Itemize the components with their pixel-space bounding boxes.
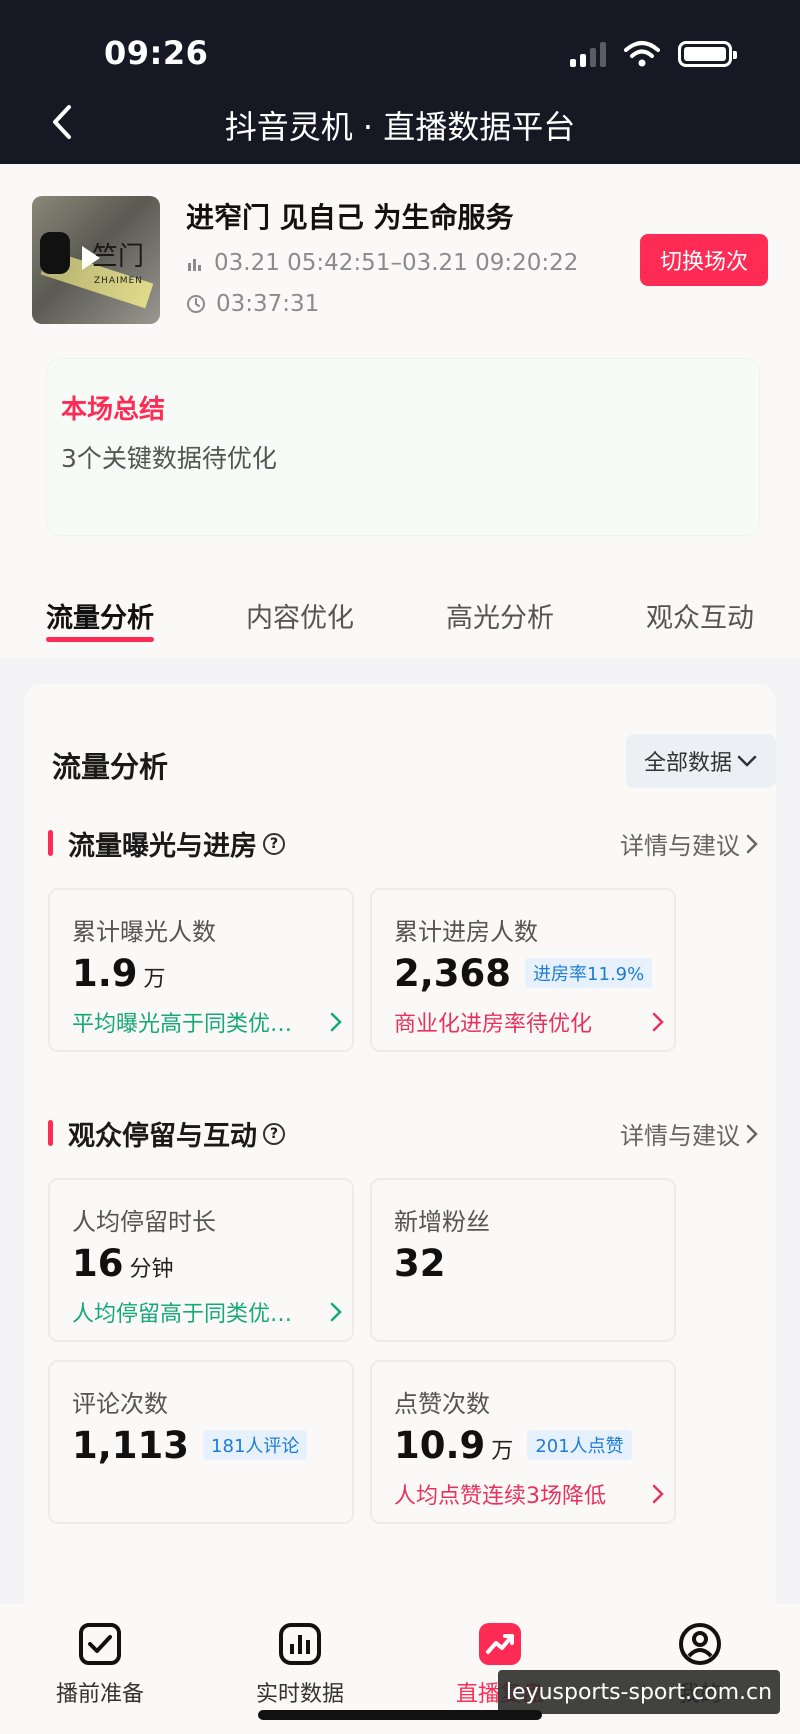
- cover-logo-text: 竺门: [92, 242, 145, 272]
- clock-icon: [187, 295, 205, 313]
- chevron-down-icon: [737, 755, 757, 767]
- traffic-analysis-card: 流量分析 全部数据 流量曝光与进房 ? 详情与建议 累计曝光人数 1.9 万 平…: [24, 684, 776, 1614]
- live-cover-thumbnail[interactable]: 竺门 ZHAIMEN: [32, 196, 160, 324]
- metric-label: 评论次数: [72, 1390, 168, 1418]
- metric-value: 16 分钟: [72, 1242, 174, 1285]
- metric-number: 1,113: [72, 1424, 190, 1467]
- metric-note[interactable]: 平均曝光高于同类优…: [72, 1006, 342, 1038]
- metric-badge: 181人评论: [203, 1430, 308, 1460]
- help-icon[interactable]: ?: [263, 1122, 285, 1145]
- nav-label: 实时数据: [255, 1682, 344, 1707]
- chevron-right-icon: [746, 1124, 758, 1143]
- analysis-tabs: 流量分析 内容优化 高光分析 观众互动: [0, 574, 800, 658]
- tab-audience-interaction[interactable]: 观众互动: [600, 574, 800, 658]
- details-link-label: 详情与建议: [620, 832, 740, 860]
- metric-note[interactable]: 商业化进房率待优化: [394, 1006, 664, 1038]
- checkbox-icon: [78, 1622, 122, 1666]
- filter-label: 全部数据: [643, 751, 732, 776]
- metric-number: 10.9: [394, 1424, 486, 1467]
- live-session-header: 竺门 ZHAIMEN 进窄门 见自己 为生命服务 03.21 05:42:51–…: [0, 164, 800, 574]
- time-range-row: 03.21 05:42:51–03.21 09:20:22: [186, 250, 578, 276]
- nav-item-me[interactable]: 我的: [600, 1604, 800, 1734]
- metric-value: 32: [394, 1242, 446, 1285]
- metric-note[interactable]: 人均停留高于同类优…: [72, 1296, 342, 1328]
- card-title: 流量分析: [52, 750, 169, 784]
- metric-note-text: 人均点赞连续3场降低: [394, 1484, 606, 1509]
- metric-value: 1.9 万: [72, 952, 166, 995]
- details-link-label: 详情与建议: [620, 1122, 740, 1150]
- details-link[interactable]: 详情与建议: [620, 1116, 758, 1151]
- bar-chart-small-icon: [188, 259, 201, 271]
- live-title: 进窄门 见自己 为生命服务: [186, 201, 514, 234]
- chevron-right-icon: [652, 1484, 664, 1504]
- battery-icon: [678, 41, 737, 67]
- metric-number: 16: [72, 1242, 124, 1285]
- summary-title: 本场总结: [61, 395, 166, 425]
- metric-card-new-followers[interactable]: 新增粉丝 32: [370, 1178, 676, 1342]
- top-bar: 09:26 抖音灵机 · 直播数据平台: [0, 0, 800, 164]
- details-link[interactable]: 详情与建议: [620, 826, 758, 861]
- metric-badge: 201人点赞: [527, 1430, 632, 1460]
- metric-note-text: 平均曝光高于同类优…: [72, 1012, 293, 1037]
- user-icon: [678, 1622, 722, 1666]
- tab-content-optimization[interactable]: 内容优化: [200, 574, 400, 658]
- metric-card-room-entries[interactable]: 累计进房人数 2,368 进房率11.9% 商业化进房率待优化: [370, 888, 676, 1052]
- duration-row: 03:37:31: [186, 291, 319, 317]
- metric-label: 新增粉丝: [394, 1208, 490, 1236]
- metric-label: 累计曝光人数: [72, 918, 216, 946]
- chevron-right-icon: [330, 1302, 342, 1322]
- metric-value: 2,368 进房率11.9%: [394, 952, 653, 995]
- metric-note-text: 商业化进房率待优化: [394, 1012, 593, 1037]
- data-filter-dropdown[interactable]: 全部数据: [626, 734, 776, 788]
- status-time: 09:26: [104, 34, 209, 72]
- metric-number: 1.9: [72, 952, 138, 995]
- metric-label: 人均停留时长: [72, 1208, 216, 1236]
- nav-item-pre-live[interactable]: 播前准备: [0, 1604, 200, 1734]
- status-icons: [570, 40, 737, 68]
- section-header-exposure: 流量曝光与进房 ? 详情与建议: [48, 824, 758, 864]
- metric-number: 32: [394, 1242, 446, 1285]
- bar-chart-icon: [278, 1622, 322, 1666]
- metric-card-likes[interactable]: 点赞次数 10.9 万 201人点赞 人均点赞连续3场降低: [370, 1360, 676, 1524]
- time-range: 03.21 05:42:51–03.21 09:20:22: [214, 250, 579, 276]
- page-title: 抖音灵机 · 直播数据平台: [224, 108, 576, 146]
- chevron-right-icon: [652, 1012, 664, 1032]
- chevron-right-icon: [330, 1012, 342, 1032]
- home-indicator[interactable]: [258, 1710, 542, 1720]
- help-icon[interactable]: ?: [263, 832, 285, 855]
- metric-note[interactable]: 人均点赞连续3场降低: [394, 1478, 664, 1510]
- wifi-icon: [624, 41, 660, 67]
- metric-card-comments[interactable]: 评论次数 1,113 181人评论: [48, 1360, 354, 1524]
- metric-unit: 万: [491, 1439, 514, 1464]
- chevron-right-icon: [746, 834, 758, 853]
- metric-badge: 进房率11.9%: [525, 958, 653, 988]
- cellular-signal-icon: [570, 41, 606, 67]
- switch-session-button[interactable]: 切换场次: [640, 234, 768, 286]
- section-title: 观众停留与互动: [68, 1121, 257, 1152]
- session-summary-card[interactable]: 本场总结 3个关键数据待优化: [46, 358, 760, 536]
- cover-logo-subtext: ZHAIMEN: [94, 276, 143, 286]
- metric-value: 1,113 181人评论: [72, 1424, 308, 1467]
- metric-unit: 分钟: [129, 1257, 174, 1282]
- metric-label: 累计进房人数: [394, 918, 538, 946]
- metric-value: 10.9 万 201人点赞: [394, 1424, 632, 1467]
- metric-number: 2,368: [394, 952, 512, 995]
- metric-unit: 万: [143, 967, 166, 992]
- summary-subtitle: 3个关键数据待优化: [61, 444, 277, 473]
- section-title: 流量曝光与进房: [68, 831, 257, 862]
- metric-card-exposure[interactable]: 累计曝光人数 1.9 万 平均曝光高于同类优…: [48, 888, 354, 1052]
- metric-label: 点赞次数: [394, 1390, 490, 1418]
- nav-label: 播前准备: [55, 1682, 144, 1707]
- duration: 03:37:31: [216, 291, 320, 317]
- trend-icon: [478, 1622, 522, 1666]
- metric-card-avg-stay[interactable]: 人均停留时长 16 分钟 人均停留高于同类优…: [48, 1178, 354, 1342]
- metric-note-text: 人均停留高于同类优…: [72, 1302, 293, 1327]
- tab-highlight-analysis[interactable]: 高光分析: [400, 574, 600, 658]
- section-header-retention: 观众停留与互动 ? 详情与建议: [48, 1114, 758, 1154]
- tab-traffic-analysis[interactable]: 流量分析: [0, 574, 200, 658]
- watermark: leyusports-sport.com.cn: [498, 1670, 780, 1714]
